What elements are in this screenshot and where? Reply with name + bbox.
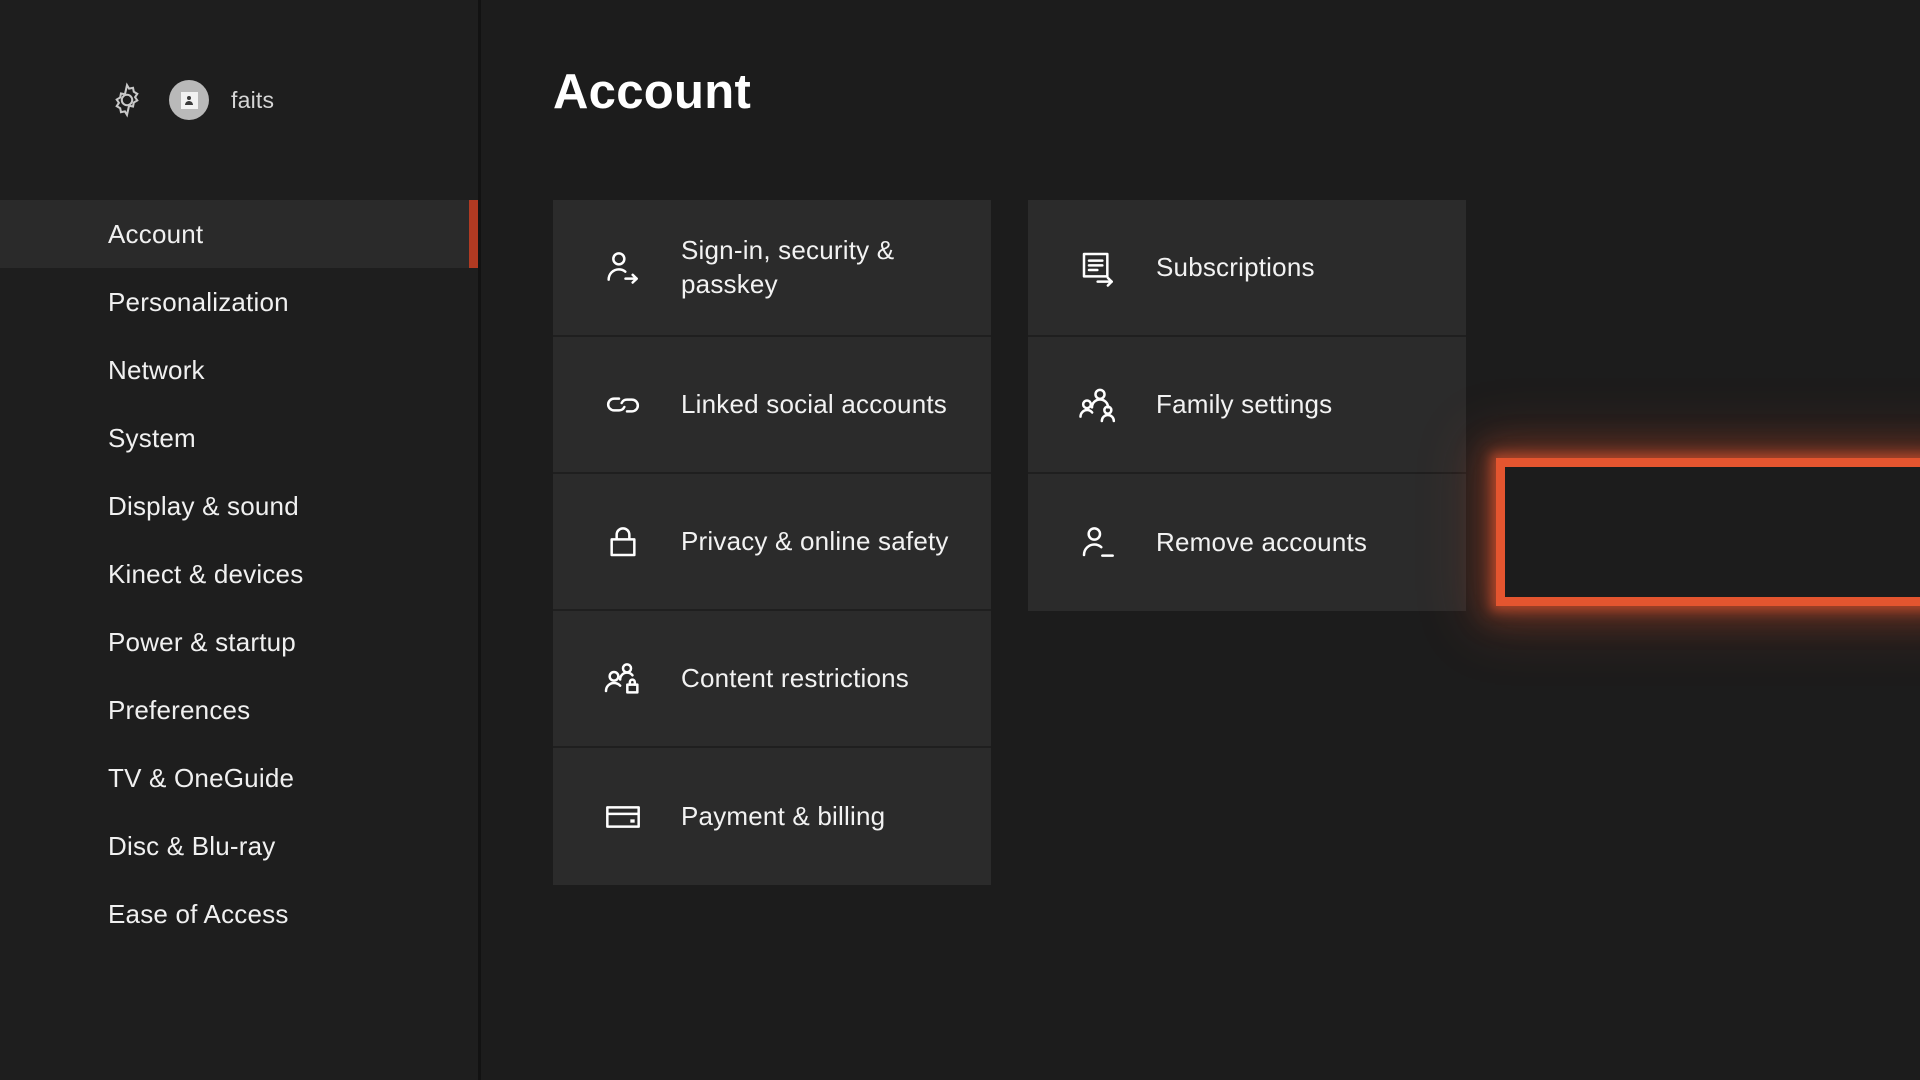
sidebar-item-ease-of-access[interactable]: Ease of Access <box>0 880 481 948</box>
sidebar-item-label: Preferences <box>108 694 251 725</box>
people-lock-icon <box>603 659 643 699</box>
sidebar-item-label: Account <box>108 218 204 249</box>
people-group-icon <box>1078 385 1118 425</box>
sidebar-item-system[interactable]: System <box>0 404 481 472</box>
page-title: Account <box>553 65 752 119</box>
tile-payment-billing[interactable]: Payment & billing <box>553 748 991 885</box>
tile-label: Linked social accounts <box>681 388 947 419</box>
tile-label: Content restrictions <box>681 662 909 693</box>
sidebar-item-label: TV & OneGuide <box>108 762 295 793</box>
sidebar-item-label: Ease of Access <box>108 898 289 929</box>
tile-sign-in-security-passkey[interactable]: Sign-in, security & passkey <box>553 200 991 337</box>
sidebar-item-network[interactable]: Network <box>0 336 481 404</box>
main-content: Account Sign-in, security & passkey Link… <box>481 0 1920 1080</box>
sidebar-item-label: Display & sound <box>108 490 299 521</box>
tile-column-left: Sign-in, security & passkey Linked socia… <box>553 200 991 885</box>
sidebar: faits Account Personalization Network Sy… <box>0 0 481 1080</box>
tile-remove-accounts[interactable]: Remove accounts <box>1028 474 1466 611</box>
sidebar-item-account[interactable]: Account <box>0 200 481 268</box>
tile-label: Remove accounts <box>1156 526 1368 557</box>
highlight-box-remove-accounts <box>1496 458 1920 606</box>
sidebar-item-preferences[interactable]: Preferences <box>0 676 481 744</box>
profile-bar: faits <box>0 0 481 200</box>
sidebar-item-personalization[interactable]: Personalization <box>0 268 481 336</box>
sidebar-item-display-sound[interactable]: Display & sound <box>0 472 481 540</box>
tile-column-right: Subscriptions Family settings Remove acc… <box>1028 200 1466 885</box>
sidebar-item-label: Power & startup <box>108 626 296 657</box>
tile-linked-social-accounts[interactable]: Linked social accounts <box>553 337 991 474</box>
person-minus-icon <box>1078 523 1118 563</box>
sidebar-item-tv-oneguide[interactable]: TV & OneGuide <box>0 744 481 812</box>
avatar-gamerpic <box>180 91 198 109</box>
gear-icon[interactable] <box>108 81 146 119</box>
xbox-settings-screen: faits Account Personalization Network Sy… <box>0 0 1920 1080</box>
sidebar-item-power-startup[interactable]: Power & startup <box>0 608 481 676</box>
document-arrow-icon <box>1078 248 1118 288</box>
sidebar-item-label: System <box>108 422 196 453</box>
link-chain-icon <box>603 385 643 425</box>
tile-label: Sign-in, security & passkey <box>681 235 895 299</box>
tile-privacy-online-safety[interactable]: Privacy & online safety <box>553 474 991 611</box>
sidebar-item-label: Network <box>108 354 205 385</box>
padlock-icon <box>603 522 643 562</box>
credit-card-icon <box>603 797 643 837</box>
tile-content-restrictions[interactable]: Content restrictions <box>553 611 991 748</box>
tile-subscriptions[interactable]: Subscriptions <box>1028 200 1466 337</box>
person-arrow-icon <box>603 248 643 288</box>
tile-label: Subscriptions <box>1156 251 1315 282</box>
profile-name: faits <box>231 86 275 113</box>
settings-tile-grid: Sign-in, security & passkey Linked socia… <box>553 200 1466 885</box>
sidebar-item-disc-bluray[interactable]: Disc & Blu-ray <box>0 812 481 880</box>
sidebar-item-label: Disc & Blu-ray <box>108 830 276 861</box>
tile-label: Privacy & online safety <box>681 525 949 556</box>
tile-label: Family settings <box>1156 388 1333 419</box>
tile-label: Payment & billing <box>681 800 886 831</box>
tile-family-settings[interactable]: Family settings <box>1028 337 1466 474</box>
sidebar-item-label: Personalization <box>108 286 289 317</box>
selection-accent-bar <box>469 200 478 268</box>
avatar[interactable] <box>169 80 209 120</box>
sidebar-nav: Account Personalization Network System D… <box>0 200 481 948</box>
sidebar-item-label: Kinect & devices <box>108 558 304 589</box>
sidebar-item-kinect-devices[interactable]: Kinect & devices <box>0 540 481 608</box>
